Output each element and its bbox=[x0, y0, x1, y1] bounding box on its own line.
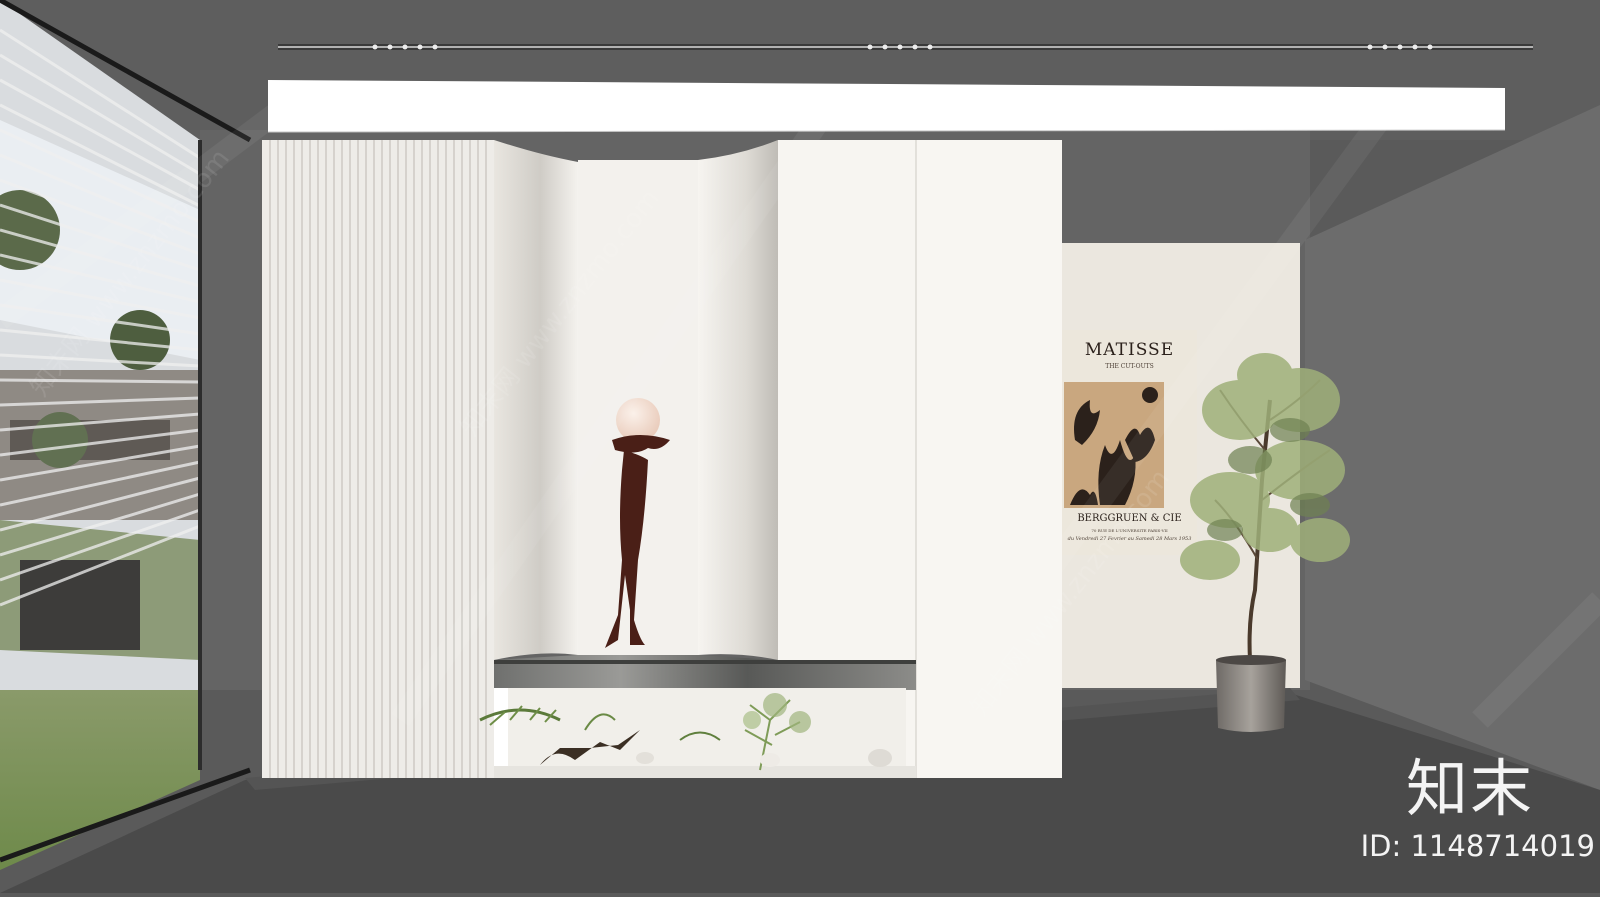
image-id-label: ID: 1148714019 bbox=[1360, 829, 1595, 863]
ceiling-soffit bbox=[268, 80, 1505, 132]
poster-subtitle: THE CUT-OUTS bbox=[1105, 363, 1154, 370]
interior-render-scene: MATISSE THE CUT-OUTS BERGGRUEN & CIE 70 … bbox=[0, 0, 1600, 893]
poster-title: MATISSE bbox=[1084, 340, 1175, 360]
ceiling-light-track bbox=[278, 44, 1533, 50]
planter-pot bbox=[1216, 660, 1286, 732]
render-canvas bbox=[0, 0, 1600, 893]
fluted-wall-panel bbox=[262, 140, 494, 778]
brand-logo: 知末 bbox=[1405, 752, 1534, 825]
right-side-wall bbox=[1305, 105, 1600, 790]
